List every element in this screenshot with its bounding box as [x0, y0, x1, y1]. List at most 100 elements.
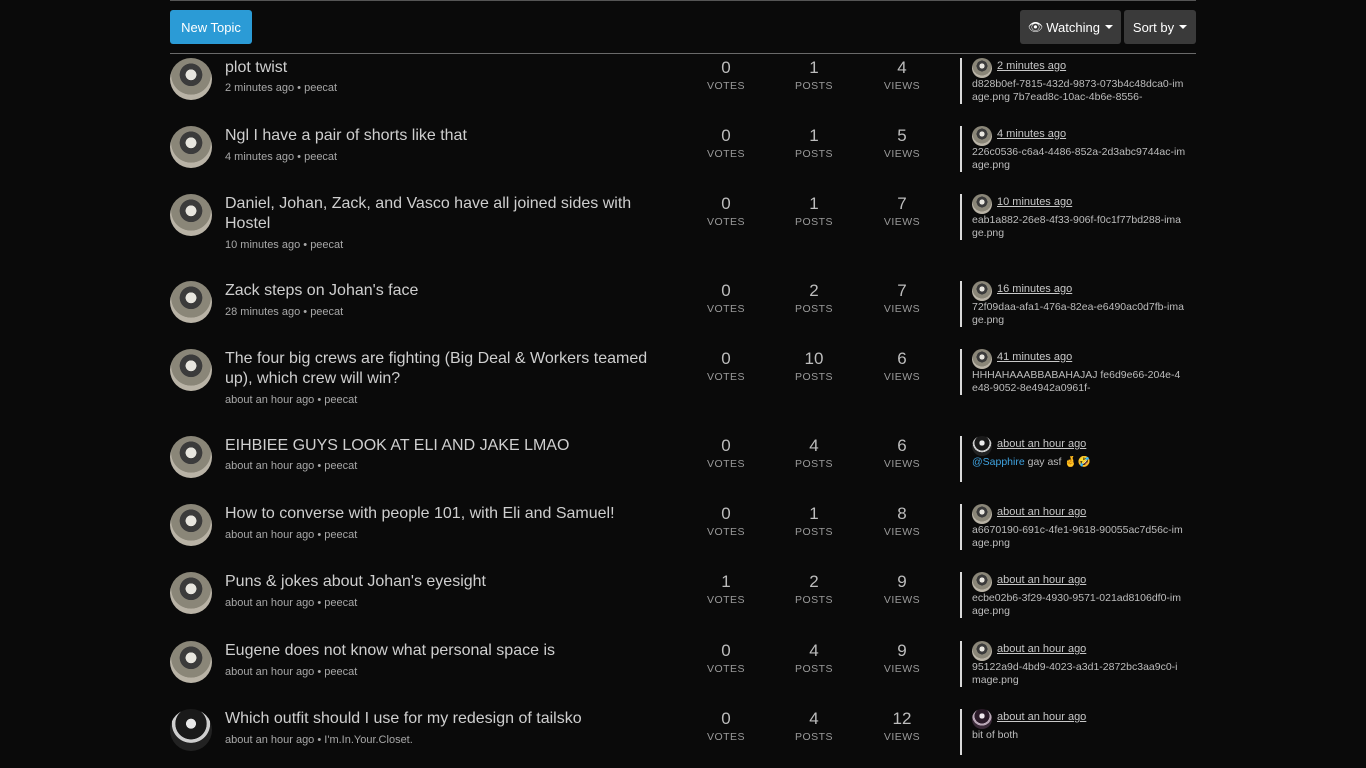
- last-post-avatar[interactable]: [972, 58, 992, 78]
- author-avatar[interactable]: [170, 572, 212, 614]
- last-post-avatar[interactable]: [972, 349, 992, 369]
- last-post-avatar[interactable]: [972, 709, 992, 729]
- new-topic-button[interactable]: New Topic: [170, 10, 252, 44]
- posts-count: 4: [809, 436, 819, 455]
- topic-author[interactable]: peecat: [310, 239, 343, 251]
- last-post-time[interactable]: 2 minutes ago: [997, 60, 1066, 72]
- topic-author[interactable]: peecat: [324, 394, 357, 406]
- last-post-time[interactable]: 10 minutes ago: [997, 196, 1072, 208]
- author-avatar[interactable]: [170, 58, 212, 100]
- views-stat: 4 VIEWS: [867, 58, 937, 92]
- views-stat: 7 VIEWS: [867, 194, 937, 228]
- topic-time[interactable]: about an hour ago: [225, 666, 314, 678]
- views-count: 4: [897, 58, 907, 77]
- topic-meta: 2 minutes ago • peecat: [225, 82, 338, 94]
- topic-author[interactable]: I'm.In.Your.Closet.: [324, 734, 413, 746]
- topic-author[interactable]: peecat: [324, 529, 357, 541]
- last-post-time[interactable]: 16 minutes ago: [997, 283, 1072, 295]
- topic-time[interactable]: 28 minutes ago: [225, 306, 300, 318]
- last-post-time[interactable]: 41 minutes ago: [997, 351, 1072, 363]
- user-mention-link[interactable]: @Sapphire: [972, 456, 1025, 468]
- topic-title[interactable]: plot twist: [225, 58, 665, 78]
- topic-time[interactable]: about an hour ago: [225, 734, 314, 746]
- posts-stat: 2 POSTS: [779, 281, 849, 315]
- author-avatar[interactable]: [170, 194, 212, 236]
- views-label: VIEWS: [883, 80, 921, 92]
- author-avatar[interactable]: [170, 126, 212, 168]
- topic-time[interactable]: about an hour ago: [225, 460, 314, 472]
- posts-stat: 4 POSTS: [779, 641, 849, 675]
- topic-author[interactable]: peecat: [324, 666, 357, 678]
- sort-by-dropdown-button[interactable]: Sort by: [1124, 10, 1196, 44]
- posts-label: POSTS: [794, 731, 834, 743]
- votes-stat: 0 VOTES: [691, 709, 761, 743]
- last-post-avatar[interactable]: [972, 572, 992, 592]
- views-stat: 8 VIEWS: [867, 504, 937, 538]
- posts-count: 1: [809, 126, 819, 145]
- topic-author[interactable]: peecat: [304, 151, 337, 163]
- topic-time[interactable]: 4 minutes ago: [225, 151, 294, 163]
- topic-time[interactable]: 2 minutes ago: [225, 82, 294, 94]
- topic-meta: about an hour ago • peecat: [225, 597, 358, 609]
- views-count: 12: [892, 709, 912, 728]
- votes-stat: 0 VOTES: [691, 281, 761, 315]
- topic-title[interactable]: The four big crews are fighting (Big Dea…: [225, 349, 665, 389]
- views-label: VIEWS: [883, 216, 921, 228]
- last-post-time[interactable]: about an hour ago: [997, 643, 1086, 655]
- last-post-avatar[interactable]: [972, 641, 992, 661]
- topic-title[interactable]: Ngl I have a pair of shorts like that: [225, 126, 665, 146]
- topic-title[interactable]: Daniel, Johan, Zack, and Vasco have all …: [225, 194, 665, 234]
- author-avatar[interactable]: [170, 504, 212, 546]
- posts-count: 1: [809, 504, 819, 523]
- watching-label: Watching: [1046, 19, 1100, 35]
- last-post-time[interactable]: 4 minutes ago: [997, 128, 1066, 140]
- author-avatar[interactable]: [170, 641, 212, 683]
- posts-label: POSTS: [794, 371, 834, 383]
- last-post-teaser: 226c0536-c6a4-4486-852a-2d3abc9744ac-ima…: [972, 146, 1186, 171]
- last-post-avatar[interactable]: [972, 504, 992, 524]
- posts-stat: 4 POSTS: [779, 709, 849, 743]
- topic-title[interactable]: Zack steps on Johan's face: [225, 281, 665, 301]
- top-divider: [170, 0, 1196, 1]
- last-post-avatar[interactable]: [972, 194, 992, 214]
- last-post-avatar[interactable]: [972, 281, 992, 301]
- votes-label: VOTES: [706, 148, 746, 160]
- posts-count: 4: [809, 641, 819, 660]
- views-count: 5: [897, 126, 907, 145]
- watching-dropdown-button[interactable]: 👁 Watching: [1020, 10, 1121, 44]
- topic-title[interactable]: Eugene does not know what personal space…: [225, 641, 665, 661]
- last-post-avatar[interactable]: [972, 126, 992, 146]
- topic-time[interactable]: about an hour ago: [225, 597, 314, 609]
- topic-author[interactable]: peecat: [310, 306, 343, 318]
- last-post-time[interactable]: about an hour ago: [997, 574, 1086, 586]
- last-post-time[interactable]: about an hour ago: [997, 506, 1086, 518]
- topic-title[interactable]: Which outfit should I use for my redesig…: [225, 709, 665, 729]
- posts-count: 2: [809, 281, 819, 300]
- last-post-avatar[interactable]: [972, 436, 992, 456]
- views-count: 6: [897, 349, 907, 368]
- last-post: about an hour ago ecbe02b6-3f29-4930-957…: [960, 572, 1198, 618]
- posts-label: POSTS: [794, 526, 834, 538]
- last-post-teaser: @Sapphire gay asf 🤞🤣: [972, 456, 1186, 469]
- topic-author[interactable]: peecat: [324, 597, 357, 609]
- topic-title[interactable]: EIHBIEE GUYS LOOK AT ELI AND JAKE LMAO: [225, 436, 665, 456]
- topic-meta: about an hour ago • peecat: [225, 460, 358, 472]
- topic-title[interactable]: How to converse with people 101, with El…: [225, 504, 665, 524]
- topic-time[interactable]: 10 minutes ago: [225, 239, 300, 251]
- votes-count: 0: [721, 641, 731, 660]
- topic-time[interactable]: about an hour ago: [225, 529, 314, 541]
- posts-label: POSTS: [794, 663, 834, 675]
- topic-author[interactable]: peecat: [304, 82, 337, 94]
- votes-label: VOTES: [706, 594, 746, 606]
- topic-time[interactable]: about an hour ago: [225, 394, 314, 406]
- author-avatar[interactable]: [170, 436, 212, 478]
- last-post-time[interactable]: about an hour ago: [997, 711, 1086, 723]
- views-count: 8: [897, 504, 907, 523]
- author-avatar[interactable]: [170, 349, 212, 391]
- last-post-time[interactable]: about an hour ago: [997, 438, 1086, 450]
- author-avatar[interactable]: [170, 281, 212, 323]
- votes-label: VOTES: [706, 663, 746, 675]
- author-avatar[interactable]: [170, 709, 212, 751]
- topic-title[interactable]: Puns & jokes about Johan's eyesight: [225, 572, 665, 592]
- topic-author[interactable]: peecat: [324, 460, 357, 472]
